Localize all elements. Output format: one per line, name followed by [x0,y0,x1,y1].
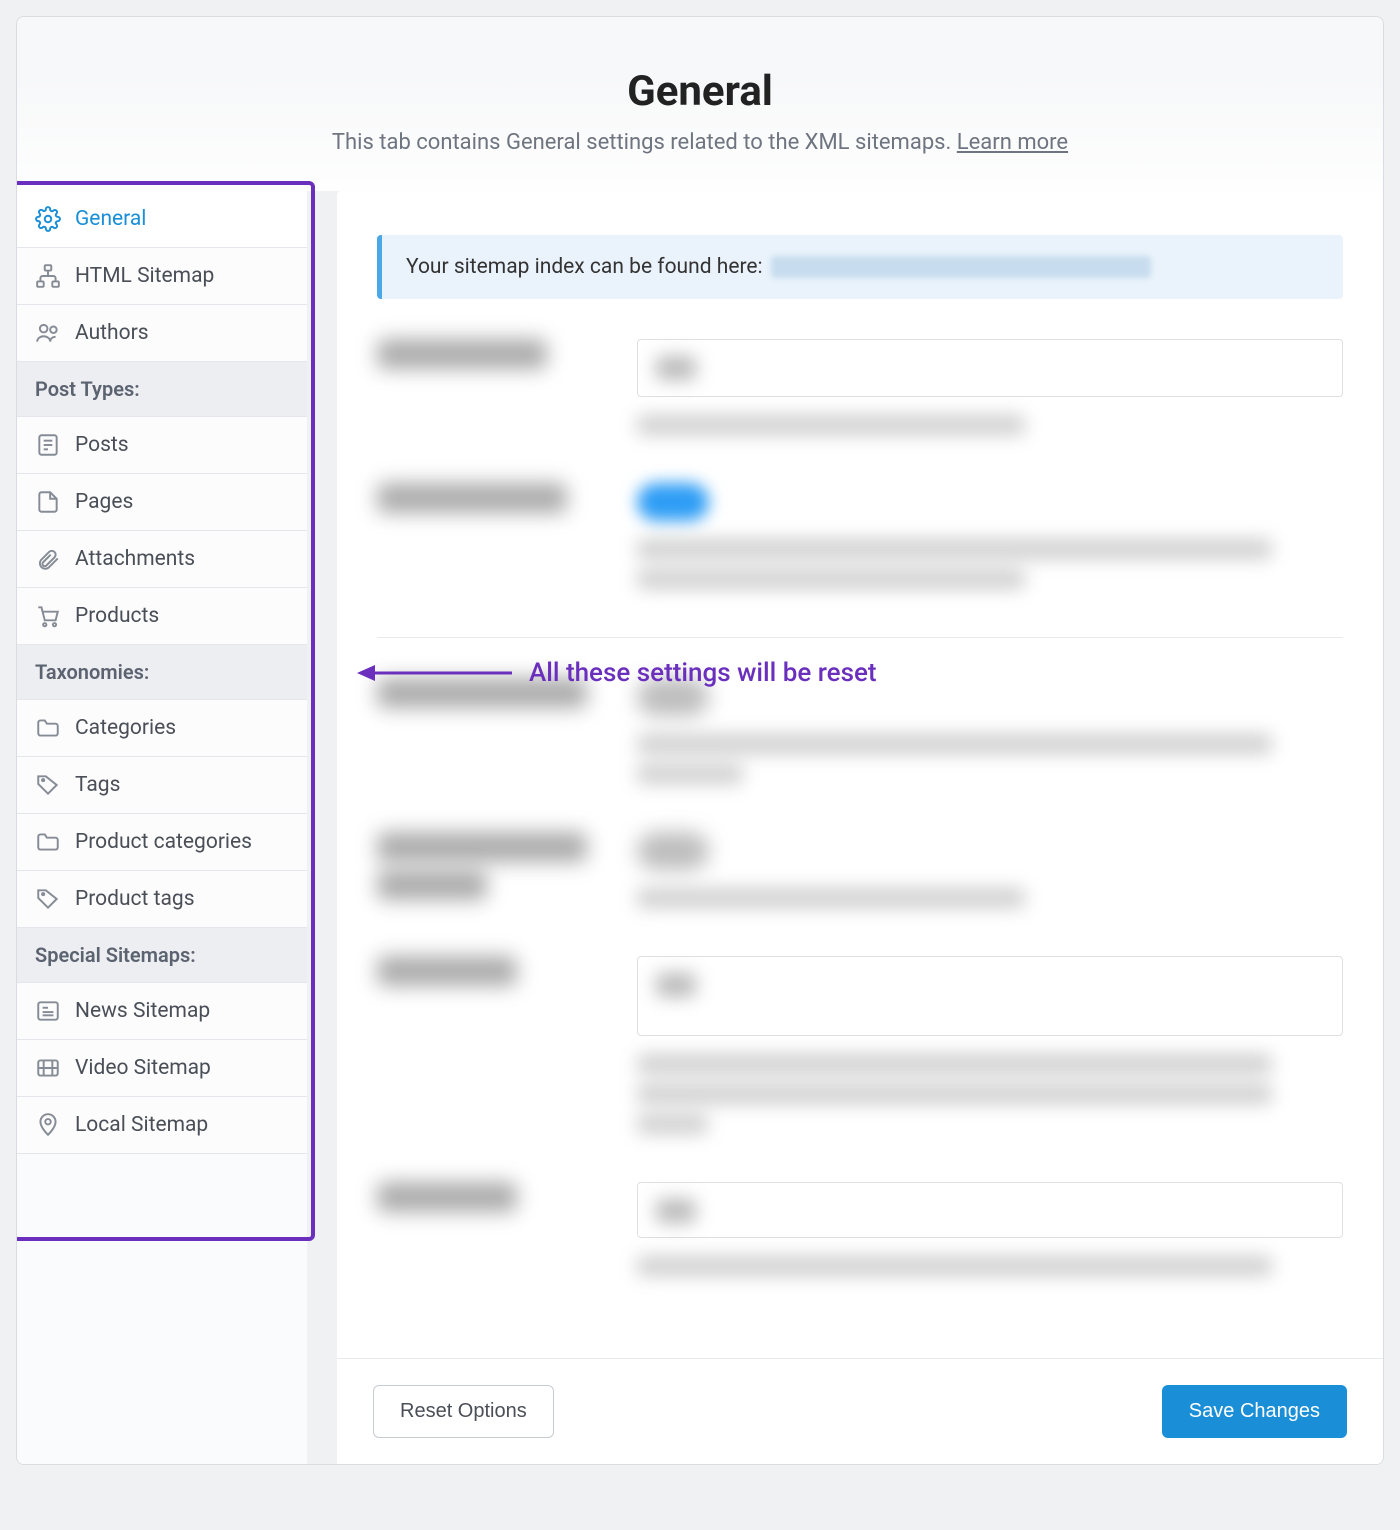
video-icon [35,1055,61,1081]
sidebar-item-label: News Sitemap [75,999,210,1023]
news-icon [35,998,61,1024]
settings-sidebar: General HTML Sitemap Authors Post Types: [17,191,307,1464]
page-subtitle: This tab contains General settings relat… [37,130,1363,155]
blurred-input[interactable] [637,339,1343,397]
sidebar-item-label: HTML Sitemap [75,264,214,288]
blurred-help [637,764,743,784]
sidebar-item-video-sitemap[interactable]: Video Sitemap [17,1040,307,1097]
page-header: General This tab contains General settin… [17,17,1383,191]
sidebar-item-label: Local Sitemap [75,1113,208,1137]
tag-icon [35,886,61,912]
sidebar-item-attachments[interactable]: Attachments [17,531,307,588]
blurred-input[interactable] [637,1182,1343,1238]
sidebar-group-post-types: Post Types: [17,362,307,417]
blurred-label [377,483,567,513]
sidebar-group-special: Special Sitemaps: [17,928,307,983]
paperclip-icon [35,546,61,572]
notice-text: Your sitemap index can be found here: [406,255,763,279]
sidebar-item-label: Pages [75,490,133,514]
blurred-label [377,870,487,900]
reset-options-button[interactable]: Reset Options [373,1385,554,1438]
blurred-help [637,734,1272,754]
blurred-help [637,1084,1272,1104]
sidebar-item-product-tags[interactable]: Product tags [17,871,307,928]
sitemap-url-redacted [771,256,1151,278]
annotation-reset: All these settings will be reset [357,658,877,688]
main-content: Your sitemap index can be found here: [337,191,1383,1464]
sidebar-item-label: Authors [75,321,149,345]
separator [377,637,1343,638]
page-icon [35,489,61,515]
sidebar-item-label: Video Sitemap [75,1056,211,1080]
sidebar-item-posts[interactable]: Posts [17,417,307,474]
sidebar-item-label: Product tags [75,887,195,911]
sidebar-item-categories[interactable]: Categories [17,700,307,757]
sitemap-icon [35,263,61,289]
sidebar-item-label: Categories [75,716,176,740]
blurred-help [637,569,1025,589]
sidebar-item-news-sitemap[interactable]: News Sitemap [17,983,307,1040]
sidebar-item-label: Products [75,604,159,628]
footer-actions: Reset Options Save Changes [337,1358,1383,1464]
blurred-label [377,832,587,862]
blurred-help [637,1256,1272,1276]
sidebar-item-label: Product categories [75,830,252,854]
blurred-help [637,1114,708,1134]
sidebar-item-authors[interactable]: Authors [17,305,307,362]
arrow-left-icon [357,660,517,686]
blurred-label [377,956,517,986]
location-icon [35,1112,61,1138]
blurred-help [637,539,1272,559]
sidebar-item-label: General [75,207,146,231]
annotation-text: All these settings will be reset [529,658,877,688]
blurred-toggle[interactable] [637,832,709,870]
blurred-help [637,1054,1272,1074]
save-changes-button[interactable]: Save Changes [1162,1385,1347,1438]
sitemap-index-notice: Your sitemap index can be found here: [377,235,1343,299]
sidebar-item-html-sitemap[interactable]: HTML Sitemap [17,248,307,305]
sidebar-item-label: Attachments [75,547,195,571]
sidebar-item-products[interactable]: Products [17,588,307,645]
sidebar-item-product-categories[interactable]: Product categories [17,814,307,871]
sidebar-item-general[interactable]: General [17,191,307,248]
folder-icon [35,715,61,741]
blurred-textarea[interactable] [637,956,1343,1036]
learn-more-link[interactable]: Learn more [957,130,1068,155]
sidebar-item-local-sitemap[interactable]: Local Sitemap [17,1097,307,1154]
blurred-help [637,888,1025,908]
sidebar-group-taxonomies: Taxonomies: [17,645,307,700]
folder-icon [35,829,61,855]
blurred-help [637,415,1025,435]
blurred-label [377,1182,517,1212]
blurred-label [377,339,547,369]
gear-icon [35,206,61,232]
tag-icon [35,772,61,798]
cart-icon [35,603,61,629]
people-icon [35,320,61,346]
sidebar-item-pages[interactable]: Pages [17,474,307,531]
blurred-toggle[interactable] [637,483,709,521]
sidebar-item-tags[interactable]: Tags [17,757,307,814]
sidebar-item-label: Tags [75,773,120,797]
page-title: General [37,67,1363,116]
post-icon [35,432,61,458]
sidebar-item-label: Posts [75,433,129,457]
